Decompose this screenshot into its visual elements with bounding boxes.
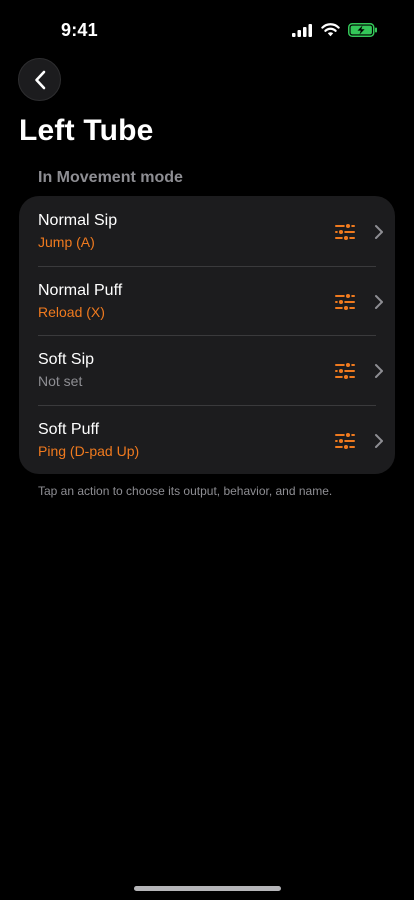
list-item-normal-puff[interactable]: Normal Puff Reload (X) (19, 265, 395, 336)
row-subtitle: Reload (X) (38, 303, 105, 320)
actions-list: Normal Sip Jump (A) Normal Puff Reload (… (19, 196, 395, 474)
wifi-icon (321, 23, 340, 37)
status-time: 9:41 (61, 20, 98, 40)
row-title: Normal Puff (38, 281, 123, 299)
sliders-icon[interactable] (334, 292, 356, 311)
chevron-right-icon (375, 364, 383, 378)
list-item-normal-sip[interactable]: Normal Sip Jump (A) (19, 196, 395, 266)
back-button[interactable] (18, 58, 61, 101)
chevron-right-icon (375, 433, 383, 448)
page-title: Left Tube (19, 114, 154, 147)
sliders-icon[interactable] (334, 223, 356, 241)
row-title: Normal Sip (38, 212, 118, 229)
sliders-icon[interactable] (334, 362, 356, 380)
row-title: Soft Sip (38, 351, 95, 368)
battery-charging-icon (348, 23, 377, 37)
cellular-signal-icon (292, 23, 312, 37)
row-subtitle: Ping (D-pad Up) (38, 442, 140, 459)
status-icons (292, 23, 378, 37)
list-item-soft-puff[interactable]: Soft Puff Ping (D-pad Up) (19, 404, 395, 475)
list-item-soft-sip[interactable]: Soft Sip Not set (19, 335, 395, 405)
home-indicator[interactable] (134, 886, 281, 891)
status-bar: 9:41 (0, 0, 414, 54)
row-subtitle: Not set (38, 373, 83, 389)
chevron-left-icon (34, 70, 45, 89)
row-subtitle: Jump (A) (38, 234, 95, 250)
chevron-right-icon (375, 225, 383, 239)
row-title: Soft Puff (38, 420, 100, 438)
sliders-icon[interactable] (334, 431, 356, 450)
section-header: In Movement mode (38, 169, 183, 186)
footer-note: Tap an action to choose its output, beha… (38, 484, 333, 498)
chevron-right-icon (375, 294, 383, 309)
